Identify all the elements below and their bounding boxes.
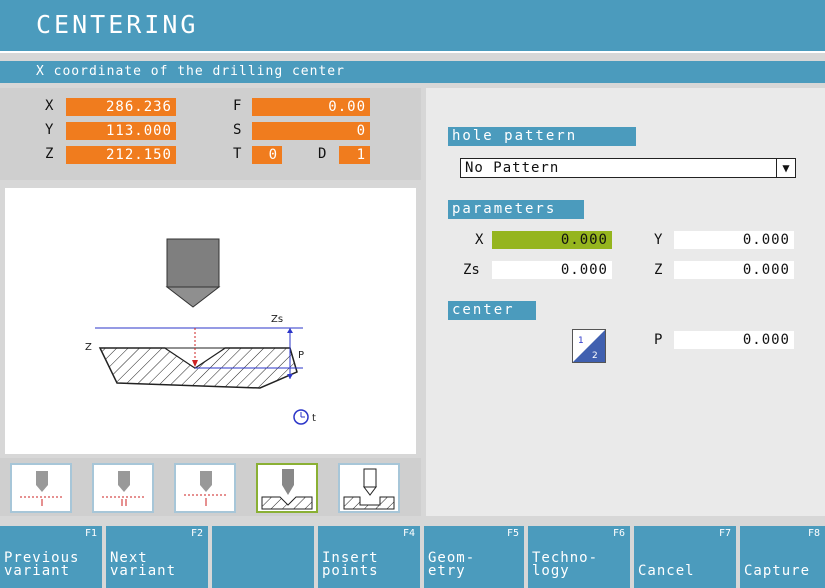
dwell-time-icon <box>293 409 309 425</box>
centering-variant-icon <box>261 469 313 510</box>
softkey-f8-capture[interactable]: F8 Capture <box>740 526 825 588</box>
z-position-value: 212.150 <box>66 146 176 164</box>
param-zs-input[interactable]: 0.000 <box>492 261 612 279</box>
dwell-label: t <box>312 413 316 424</box>
softkey-f6-technology[interactable]: F6 Techno- logy <box>528 526 630 588</box>
drill-dwell-icon <box>184 471 226 506</box>
zs-dim-label: Zs <box>271 314 283 325</box>
softkey-fn: F2 <box>190 528 203 539</box>
tool-label: T <box>233 146 242 162</box>
param-y-input[interactable]: 0.000 <box>674 231 794 249</box>
variant-1-button[interactable] <box>10 463 72 513</box>
drill-chipbreak-icon <box>102 471 144 506</box>
centering-diagram-svg: Zs Z P t <box>85 238 316 425</box>
center-mode-button[interactable]: 1 2 <box>572 329 606 363</box>
softkey-label: Insert points <box>322 550 379 579</box>
z-label: Z <box>45 146 54 162</box>
offset-value: 1 <box>339 146 370 164</box>
status-text: X coordinate of the drilling center <box>36 64 345 79</box>
param-y-label: Y <box>654 232 663 248</box>
centering-diagram: Zs Z P t <box>5 188 416 454</box>
softkey-f5-geometry[interactable]: F5 Geom- etry <box>424 526 524 588</box>
center-p-input[interactable]: 0.000 <box>674 331 794 349</box>
softkey-fn: F8 <box>807 528 820 539</box>
status-bar: X coordinate of the drilling center <box>0 61 825 83</box>
param-z-label: Z <box>654 262 663 278</box>
parameter-panel: hole pattern No Pattern ▼ parameters X 0… <box>426 88 825 516</box>
y-position-value: 113.000 <box>66 122 176 140</box>
chevron-down-icon[interactable]: ▼ <box>776 159 795 177</box>
variant-4-button-selected[interactable] <box>256 463 318 513</box>
variant-2-button[interactable] <box>92 463 154 513</box>
softkey-f7-cancel[interactable]: F7 Cancel <box>634 526 736 588</box>
drill-tool <box>165 238 221 308</box>
feed-label: F <box>233 98 242 114</box>
feed-value: 0.00 <box>252 98 370 116</box>
param-z-input[interactable]: 0.000 <box>674 261 794 279</box>
softkey-f1-previous-variant[interactable]: F1 Previous variant <box>0 526 102 588</box>
center-header: center <box>448 301 536 320</box>
offset-label: D <box>318 146 327 162</box>
speed-label: S <box>233 122 242 138</box>
speed-value: 0 <box>252 122 370 140</box>
softkey-fn: F6 <box>612 528 625 539</box>
parameters-header: parameters <box>448 200 584 219</box>
variant-3-button[interactable] <box>174 463 236 513</box>
center-icon-top: 1 <box>578 336 584 346</box>
title-bar: CENTERING <box>0 0 825 53</box>
param-zs-label: Zs <box>463 262 480 278</box>
softkey-label: Cancel <box>638 563 695 579</box>
chamfer-variant-icon <box>343 468 395 510</box>
tool-value: 0 <box>252 146 282 164</box>
softkey-label: Capture <box>744 563 811 579</box>
variant-5-button[interactable] <box>338 463 400 513</box>
z-dim-label: Z <box>85 342 92 353</box>
hole-pattern-dropdown[interactable]: No Pattern ▼ <box>460 158 796 178</box>
page-title: CENTERING <box>36 10 199 39</box>
softkey-fn: F1 <box>84 528 97 539</box>
softkey-fn: F4 <box>402 528 415 539</box>
hole-pattern-header: hole pattern <box>448 127 636 146</box>
center-icon-bottom: 2 <box>592 351 598 361</box>
half-depth-icon: 1 2 <box>573 330 605 362</box>
drill-variant-icon <box>20 471 62 506</box>
softkey-fn: F5 <box>506 528 519 539</box>
softkey-bar: F1 Previous variant F2 Next variant F4 I… <box>0 526 825 588</box>
hole-pattern-selected: No Pattern <box>465 160 560 176</box>
p-dim-label: P <box>298 350 304 361</box>
coordinate-panel: X 286.236 Y 113.000 Z 212.150 F 0.00 S 0… <box>0 88 421 180</box>
variant-selector <box>0 458 421 516</box>
y-label: Y <box>45 122 54 138</box>
center-p-label: P <box>654 332 663 348</box>
softkey-f3-empty[interactable] <box>212 526 314 588</box>
softkey-label: Next variant <box>110 550 177 579</box>
x-label: X <box>45 98 54 114</box>
softkey-label: Geom- etry <box>428 550 476 579</box>
x-position-value: 286.236 <box>66 98 176 116</box>
param-x-label: X <box>475 232 484 248</box>
softkey-label: Previous variant <box>4 550 80 579</box>
softkey-f4-insert-points[interactable]: F4 Insert points <box>318 526 420 588</box>
softkey-fn: F7 <box>718 528 731 539</box>
softkey-label: Techno- logy <box>532 550 599 579</box>
param-x-input[interactable]: 0.000 <box>492 231 612 249</box>
softkey-f2-next-variant[interactable]: F2 Next variant <box>106 526 208 588</box>
